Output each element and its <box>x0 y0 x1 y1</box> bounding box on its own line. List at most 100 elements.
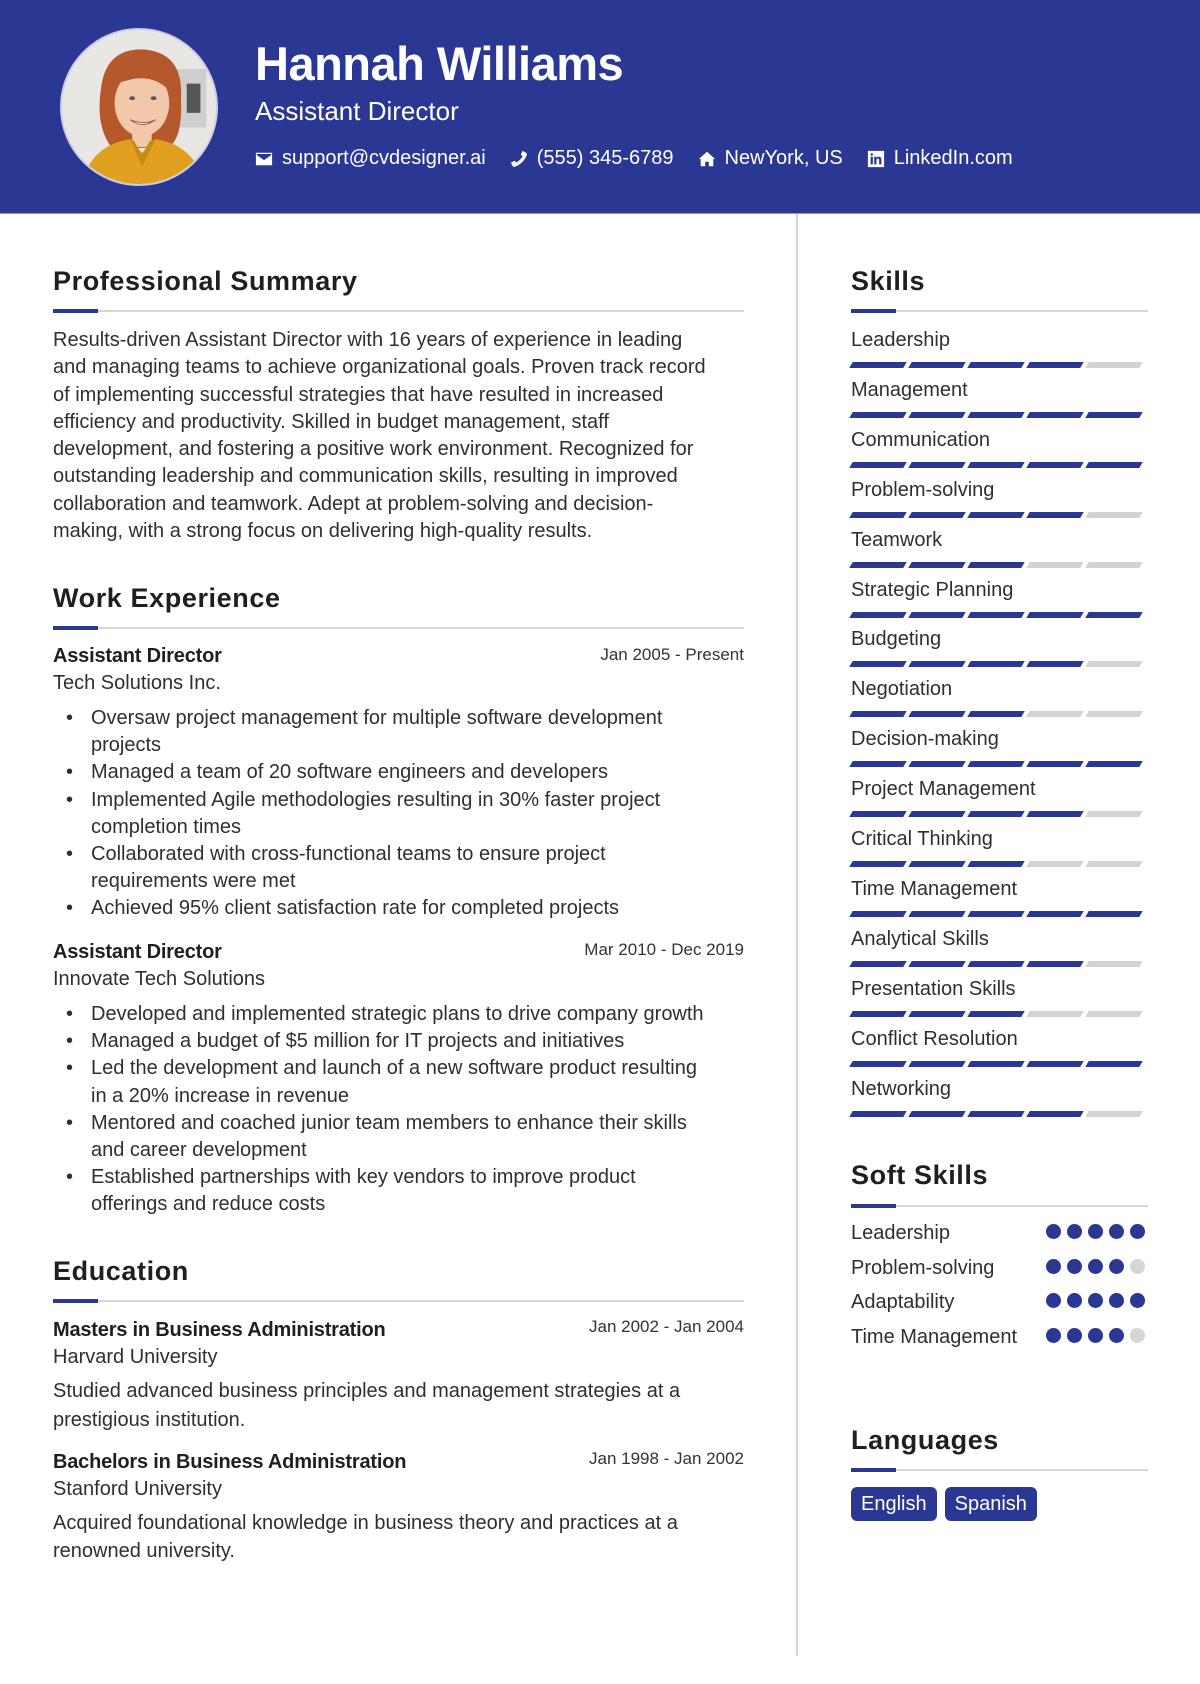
skill-segment-filled <box>849 561 907 568</box>
rating-dot-filled <box>1130 1224 1145 1239</box>
summary-heading: Professional Summary <box>53 266 358 296</box>
skill-segment-filled <box>908 1010 966 1017</box>
rating-dot-filled <box>1109 1293 1124 1308</box>
job-bullet: Led the development and launch of a new … <box>53 1055 753 1109</box>
education-rule <box>53 1299 744 1303</box>
bullet-line: Implemented Agile methodologies resultin… <box>91 788 661 811</box>
resume-header: Hannah Williams Assistant Director suppo… <box>0 0 1200 214</box>
job-date: Jan 2005 - Present <box>600 645 744 664</box>
degree-title: Bachelors in Business Administration <box>53 1451 407 1473</box>
skill-segment-filled <box>967 910 1025 917</box>
skill-segment-filled <box>849 761 907 768</box>
soft-skill-item: Adaptability <box>851 1289 1148 1316</box>
bullet-line: Oversaw project management for multiple … <box>91 707 663 729</box>
skill-segment-empty <box>1085 561 1143 568</box>
skill-segment-filled <box>1085 1060 1143 1067</box>
skill-label: Presentation Skills <box>851 977 1016 1000</box>
bullet-line: Developed and implemented strategic plan… <box>91 1003 704 1025</box>
skill-segment-filled <box>967 1010 1025 1017</box>
rule-accent <box>53 1299 98 1303</box>
skill-label: Conflict Resolution <box>851 1027 1018 1050</box>
summary-line: collaboration and teamwork. Adept at pro… <box>53 492 654 515</box>
summary-line: making, with a strong focus on deliverin… <box>53 520 593 543</box>
rating-dot-filled <box>1088 1224 1103 1239</box>
skill-segment-filled <box>967 761 1025 768</box>
skill-segment-filled <box>1026 362 1084 368</box>
skill-segment-filled <box>908 611 966 618</box>
bullet-line: requirements were met <box>91 870 296 893</box>
skill-segment-filled <box>908 1110 966 1117</box>
job-bullet: Developed and implemented strategic plan… <box>53 1001 753 1028</box>
summary-line: Results-driven Assistant Director with 1… <box>53 329 683 351</box>
skill-level-bar <box>849 1060 1148 1067</box>
skill-label: Time Management <box>851 877 1017 900</box>
skill-segment-filled <box>849 960 907 967</box>
language-badge: Spanish <box>944 1487 1037 1521</box>
skill-segment-filled <box>908 761 966 768</box>
soft-skill-item: Leadership <box>851 1220 1148 1247</box>
rating-dot-filled <box>1067 1259 1082 1274</box>
skill-segment-filled <box>849 811 907 818</box>
soft-skill-label: Adaptability <box>851 1291 955 1313</box>
skill-segment-filled <box>908 861 966 867</box>
contact-linkedin[interactable]: LinkedIn.com <box>867 147 1013 170</box>
bullet-line: Led the development and launch of a new … <box>91 1057 697 1080</box>
phone-icon <box>510 150 528 168</box>
job-date: Mar 2010 - Dec 2019 <box>584 940 744 959</box>
degree-title: Masters in Business Administration <box>53 1319 386 1341</box>
skill-segment-filled <box>908 461 966 468</box>
bullet-line: Achieved 95% client satisfaction rate fo… <box>91 897 620 920</box>
skill-segment-filled <box>967 960 1025 967</box>
skill-item: Time Management <box>849 877 1148 917</box>
bullet-line: Managed a budget of $5 million for IT pr… <box>91 1030 625 1053</box>
bullet-line: offerings and reduce costs <box>91 1193 326 1216</box>
soft-skill-label: Leadership <box>851 1222 950 1244</box>
summary-text: Results-driven Assistant Director with 1… <box>53 327 753 545</box>
skill-level-bar <box>849 861 1148 867</box>
degree-description: Studied advanced business principles and… <box>53 1377 753 1435</box>
language-badge: English <box>851 1487 937 1521</box>
summary-line: outstanding leadership and communication… <box>53 465 678 488</box>
skill-segment-filled <box>1026 811 1084 818</box>
summary-rule <box>53 309 744 313</box>
bullet-line: Managed a team of 20 software engineers … <box>91 761 609 784</box>
skill-segment-empty <box>1085 960 1143 967</box>
skill-segment-filled <box>1026 910 1084 917</box>
portrait-image <box>62 30 216 184</box>
soft-skill-rating <box>1040 1259 1145 1274</box>
skill-segment-filled <box>908 711 966 718</box>
skill-label: Budgeting <box>851 628 942 651</box>
skill-segment-filled <box>1026 411 1084 418</box>
skill-segment-filled <box>849 861 907 867</box>
contact-email[interactable]: support@cvdesigner.ai <box>255 147 486 170</box>
skills-rule <box>851 309 1148 313</box>
skill-segment-filled <box>967 711 1025 718</box>
skill-segment-filled <box>967 811 1025 818</box>
contact-phone[interactable]: (555) 345-6789 <box>510 147 674 170</box>
skill-level-bar <box>849 910 1148 917</box>
skill-segment-filled <box>849 411 907 418</box>
soft-skill-item: Time Management <box>851 1324 1148 1351</box>
rating-dot-filled <box>1088 1293 1103 1308</box>
bullet-line: and career development <box>91 1139 307 1162</box>
skill-segment-empty <box>1085 811 1143 818</box>
skill-segment-filled <box>849 461 907 468</box>
rule-accent <box>53 309 98 313</box>
skill-level-bar <box>849 611 1148 618</box>
bullet-line: Established partnerships with key vendor… <box>91 1166 636 1189</box>
skill-segment-filled <box>1085 910 1143 917</box>
skill-segment-empty <box>1085 1110 1143 1117</box>
contact-location: NewYork, US <box>698 147 843 170</box>
rating-dot-filled <box>1109 1224 1124 1239</box>
skill-segment-filled <box>1026 1110 1084 1117</box>
skill-level-bar <box>849 1010 1148 1017</box>
rule-accent <box>53 626 98 630</box>
skill-segment-empty <box>1085 861 1143 867</box>
skill-item: Negotiation <box>849 677 1148 718</box>
skill-label: Leadership <box>851 329 950 351</box>
job-bullet: Oversaw project management for multiple … <box>53 705 753 759</box>
candidate-title: Assistant Director <box>255 96 459 126</box>
job-bullet: Managed a budget of $5 million for IT pr… <box>53 1028 753 1055</box>
rating-dot-filled <box>1067 1293 1082 1308</box>
skill-item: Leadership <box>849 328 1148 368</box>
